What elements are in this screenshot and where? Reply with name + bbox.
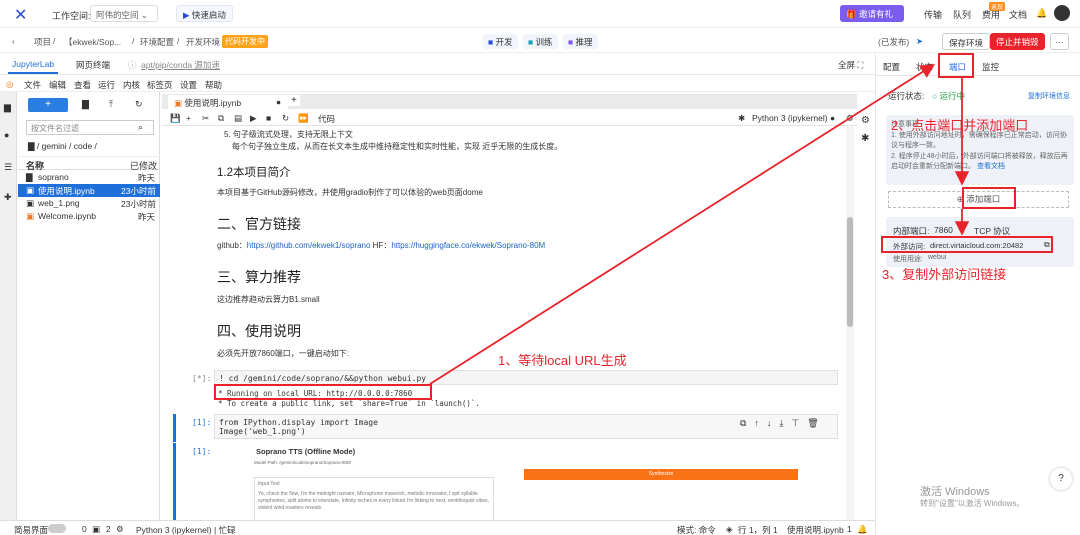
cursor-position[interactable]: 行 1，列 1 bbox=[738, 524, 778, 535]
terminal-icon: ▣ bbox=[92, 524, 101, 534]
annotation-step-1: 1、等待local URL生成 bbox=[498, 353, 627, 368]
shield-icon: ◈ bbox=[726, 524, 733, 534]
simple-mode-label: 简易界面 bbox=[14, 525, 49, 535]
bell-icon[interactable]: 🔔 bbox=[857, 524, 868, 535]
annotation-step-3: 3、复制外部访问链接 bbox=[882, 267, 1007, 282]
terminal-count[interactable]: 0 bbox=[82, 524, 87, 534]
status-bar: 简易界面 0 ▣ 2 ⚙ Python 3 (ipykernel) | 忙碌 模… bbox=[0, 520, 875, 535]
app-root: ✕ 工作空间: 阿伟的空间 ⌄ ▶ 快速启动 🎁 邀请有礼 传输 队列 费用 返… bbox=[0, 0, 1080, 535]
mode-indicator: 模式: 命令 bbox=[677, 525, 716, 535]
kernel-status[interactable]: Python 3 (ipykernel) | 忙碌 bbox=[136, 524, 236, 535]
annotation-step-2: 2、点击端口并添加端口 bbox=[891, 118, 1029, 133]
simple-mode-toggle[interactable] bbox=[48, 524, 66, 533]
notification-count[interactable]: 1 bbox=[847, 524, 852, 534]
kernel-count[interactable]: 2 bbox=[106, 524, 111, 534]
kernel-icon: ⚙ bbox=[116, 524, 124, 534]
status-file: 使用说明.ipynb bbox=[787, 525, 844, 535]
